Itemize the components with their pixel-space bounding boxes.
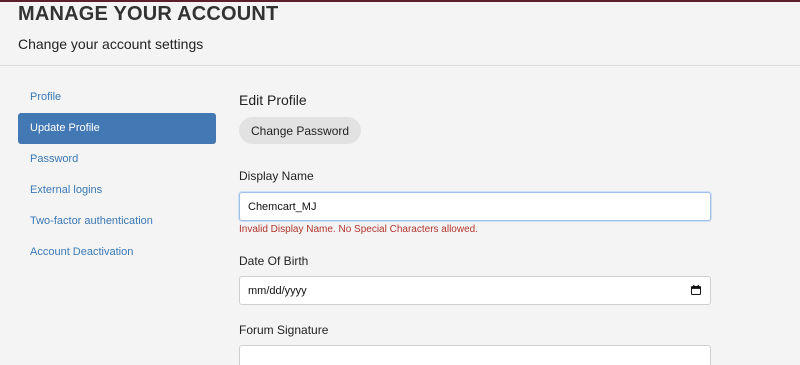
- sidebar-item-account-deactivation[interactable]: Account Deactivation: [18, 237, 216, 268]
- sidebar-item-external-logins[interactable]: External logins: [18, 175, 216, 206]
- section-title: Edit Profile: [239, 92, 307, 108]
- display-name-input[interactable]: [239, 192, 711, 221]
- sidebar-item-profile[interactable]: Profile: [18, 82, 216, 113]
- date-of-birth-placeholder: mm/dd/yyyy: [248, 285, 307, 297]
- forum-signature-input[interactable]: [239, 345, 711, 365]
- sidebar-item-update-profile[interactable]: Update Profile: [18, 113, 216, 144]
- calendar-icon[interactable]: [691, 285, 701, 295]
- top-accent-bar: [0, 0, 800, 2]
- display-name-error: Invalid Display Name. No Special Charact…: [239, 224, 478, 235]
- date-of-birth-label: Date Of Birth: [239, 254, 309, 268]
- sidebar-item-two-factor-authentication[interactable]: Two-factor authentication: [18, 206, 216, 237]
- sidebar-item-password[interactable]: Password: [18, 144, 216, 175]
- forum-signature-label: Forum Signature: [239, 323, 329, 337]
- display-name-label: Display Name: [239, 169, 314, 183]
- page-title: MANAGE YOUR ACCOUNT: [18, 3, 279, 25]
- header-divider: [0, 65, 800, 66]
- page-subtitle: Change your account settings: [18, 36, 204, 52]
- account-sidebar: Profile Update Profile Password External…: [18, 82, 216, 268]
- date-of-birth-input[interactable]: mm/dd/yyyy: [239, 276, 711, 305]
- change-password-button[interactable]: Change Password: [239, 117, 362, 144]
